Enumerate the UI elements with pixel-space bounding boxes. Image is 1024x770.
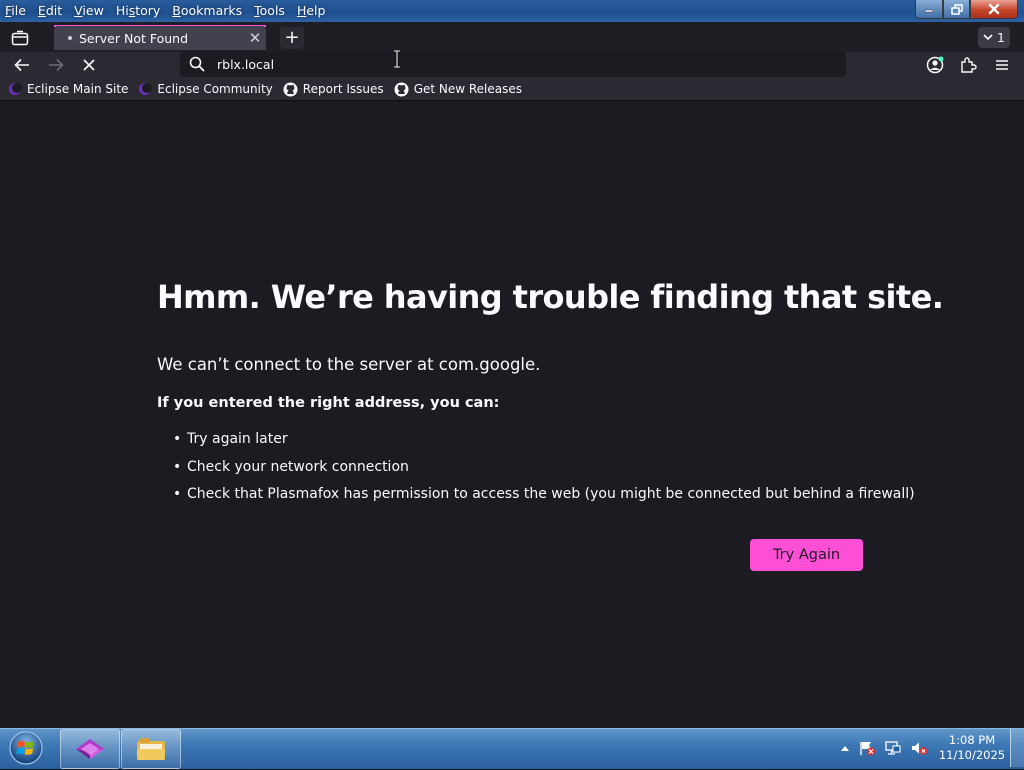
page-content — [0, 101, 1024, 728]
tab-list-button[interactable]: 1 — [978, 27, 1010, 48]
window-controls — [915, 0, 1018, 19]
list-item: Check that Plasmafox has permission to a… — [157, 485, 915, 513]
taskbar-clock[interactable]: 1:08 PM 11/10/2025 — [930, 733, 1014, 763]
error-title: Hmm. We’re having trouble finding that s… — [157, 278, 944, 316]
firefox-view-button[interactable] — [6, 26, 34, 50]
text-cursor-icon — [394, 50, 400, 68]
tab-title: Server Not Found — [79, 30, 189, 46]
back-arrow-icon — [14, 58, 29, 72]
tab-loading-dot-icon — [68, 36, 72, 40]
windows-logo-icon — [9, 731, 43, 765]
start-button[interactable] — [6, 730, 46, 766]
list-item: Try again later — [157, 430, 915, 458]
search-icon — [189, 56, 205, 72]
error-suggestions-heading: If you entered the right address, you ca… — [157, 395, 500, 411]
puzzle-icon — [961, 57, 977, 73]
chevron-down-icon — [983, 34, 993, 41]
network-icon[interactable] — [884, 740, 902, 756]
firefox-view-icon — [11, 30, 29, 46]
show-hidden-icons-icon[interactable] — [840, 744, 850, 752]
url-bar[interactable] — [180, 51, 846, 77]
menu-history[interactable]: History — [116, 1, 160, 21]
error-suggestions-list: Try again later Check your network conne… — [157, 430, 915, 513]
try-again-button[interactable]: Try Again — [750, 539, 863, 571]
account-icon — [926, 56, 944, 74]
forward-arrow-icon — [49, 58, 64, 72]
back-button[interactable] — [9, 53, 35, 77]
stop-button[interactable] — [76, 53, 102, 77]
url-input[interactable] — [217, 56, 817, 72]
menu-help[interactable]: Help — [297, 1, 326, 21]
tab-close-icon[interactable]: ✕ — [244, 29, 266, 47]
new-tab-button[interactable]: + — [280, 27, 304, 49]
eclipse-icon — [9, 83, 22, 95]
extensions-button[interactable] — [955, 53, 981, 77]
github-icon — [283, 82, 298, 96]
system-tray — [840, 729, 928, 767]
show-desktop-button[interactable] — [1010, 729, 1024, 767]
close-icon — [988, 3, 1000, 15]
menu-view[interactable]: View — [74, 1, 104, 21]
bookmark-eclipse-main-site[interactable]: Eclipse Main Site — [8, 82, 128, 96]
taskbar-browser-button[interactable] — [60, 729, 120, 769]
action-center-flag-icon[interactable] — [858, 740, 876, 756]
menu-tools[interactable]: Tools — [254, 1, 285, 21]
forward-button[interactable] — [43, 53, 69, 77]
error-description: We can’t connect to the server at com.go… — [157, 355, 541, 374]
github-icon — [394, 82, 409, 96]
close-window-button[interactable] — [970, 0, 1018, 19]
app-menu-button[interactable] — [989, 53, 1015, 77]
menu-bookmarks[interactable]: Bookmarks — [172, 1, 242, 21]
menu-edit[interactable]: Edit — [38, 1, 62, 21]
bookmark-get-new-releases[interactable]: Get New Releases — [394, 82, 522, 97]
volume-muted-icon[interactable] — [910, 740, 928, 756]
stop-icon — [83, 59, 95, 71]
tab-count: 1 — [997, 30, 1005, 45]
clock-date: 11/10/2025 — [938, 748, 1006, 762]
menu-file[interactable]: File — [5, 1, 26, 21]
taskbar-explorer-button[interactable] — [121, 729, 181, 769]
menu-bar: File Edit View History Bookmarks Tools H… — [0, 0, 337, 22]
restore-button[interactable] — [943, 0, 970, 19]
plasmafox-logo-icon — [76, 739, 104, 759]
restore-icon — [950, 3, 963, 15]
minimize-icon — [924, 9, 934, 13]
eclipse-icon — [139, 83, 153, 95]
bookmark-report-issues[interactable]: Report Issues — [283, 82, 384, 97]
folder-icon — [137, 738, 165, 760]
minimize-button[interactable] — [915, 0, 943, 19]
bookmark-eclipse-community[interactable]: Eclipse Community — [138, 82, 273, 96]
list-item: Check your network connection — [157, 458, 915, 486]
account-button[interactable] — [922, 53, 948, 77]
hamburger-menu-icon — [996, 60, 1008, 70]
tab-server-not-found[interactable]: Server Not Found ✕ — [54, 26, 266, 50]
bookmarks-toolbar: Eclipse Main Site Eclipse Community Repo… — [0, 78, 1024, 101]
clock-time: 1:08 PM — [948, 733, 996, 747]
